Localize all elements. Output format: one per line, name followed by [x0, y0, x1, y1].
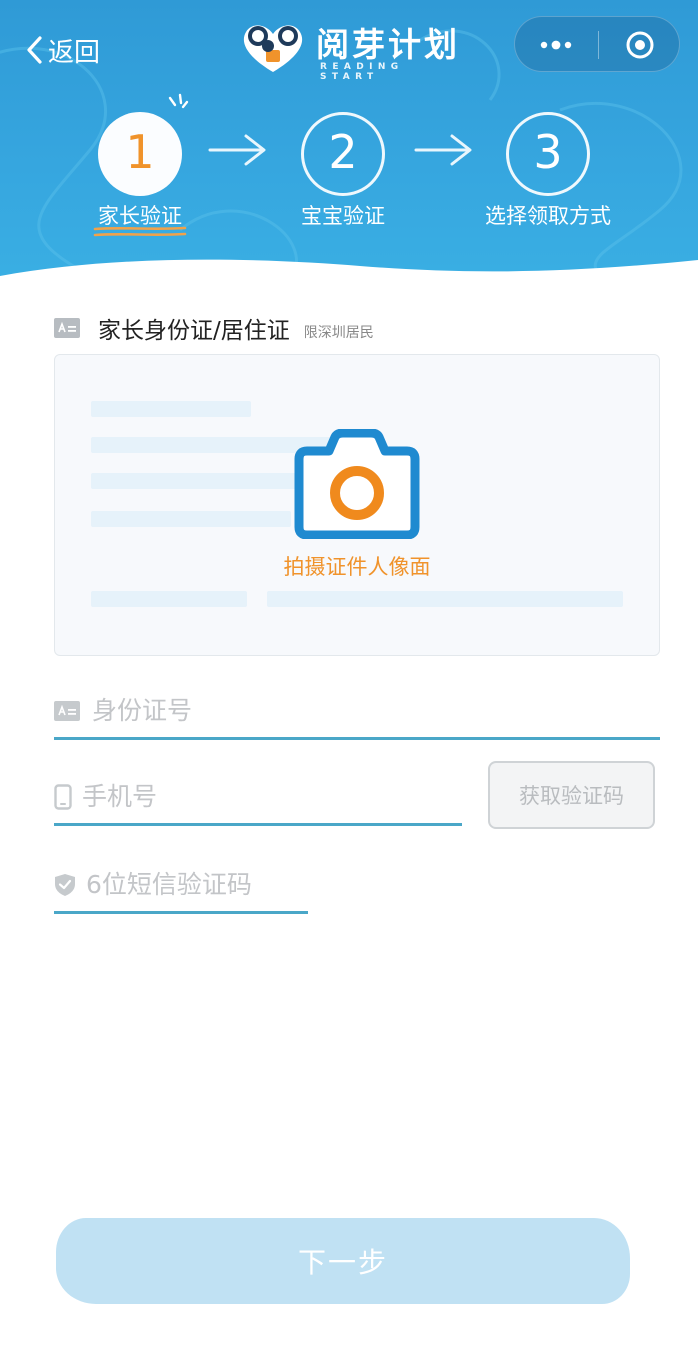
camera-icon [294, 429, 420, 539]
sms-code-input[interactable] [86, 870, 308, 899]
target-circle-icon [626, 31, 654, 59]
more-button[interactable] [515, 17, 597, 73]
step-choose-pickup: 3 选择领取方式 [458, 106, 638, 236]
phone-icon [54, 783, 72, 810]
header: 返回 阅芽计划 READING START 1 家长验证 2 宝宝验证 3 选择… [0, 0, 698, 300]
step-number: 1 [125, 125, 155, 179]
id-section-title: 家长身份证/居住证 限深圳居民 [54, 310, 374, 346]
logo-subtitle: READING START [320, 62, 404, 82]
back-button[interactable]: 返回 [22, 30, 100, 70]
back-label: 返回 [48, 37, 101, 68]
get-verification-code-button[interactable]: 获取验证码 [488, 761, 655, 829]
id-card-icon [54, 318, 80, 338]
panda-logo-icon [243, 25, 303, 72]
id-number-input[interactable] [92, 696, 660, 725]
id-number-field [54, 684, 660, 740]
placeholder-line [267, 591, 623, 607]
step-parent-verification: 1 家长验证 [50, 93, 230, 237]
step-label: 选择领取方式 [485, 204, 611, 228]
id-section-label: 家长身份证/居住证 [98, 318, 290, 344]
sparkle-icon [168, 93, 189, 109]
id-section-note: 限深圳居民 [303, 325, 374, 341]
phone-input[interactable] [82, 782, 462, 811]
id-card-icon [54, 700, 80, 721]
id-photo-upload-area[interactable]: 拍摄证件人像面 [54, 354, 660, 656]
phone-field [54, 770, 462, 826]
chevron-left-icon [27, 36, 42, 64]
step-baby-verification: 2 宝宝验证 [253, 106, 433, 236]
placeholder-line [91, 591, 247, 607]
miniprogram-capsule [514, 16, 680, 72]
placeholder-line [91, 511, 291, 527]
more-dots-icon [540, 40, 572, 50]
step-number: 3 [533, 125, 563, 179]
next-step-button[interactable]: 下一步 [56, 1218, 630, 1304]
sms-code-field [54, 858, 308, 914]
header-wave [0, 259, 698, 300]
upload-label: 拍摄证件人像面 [283, 555, 431, 579]
shield-check-icon [55, 873, 75, 896]
logo-title: 阅芽计划 [316, 25, 460, 64]
placeholder-line [91, 401, 251, 417]
active-step-underline [93, 226, 187, 237]
close-miniprogram-button[interactable] [599, 17, 681, 73]
app-logo: 阅芽计划 READING START [238, 16, 470, 82]
step-label: 宝宝验证 [301, 204, 385, 228]
step-number: 2 [328, 125, 358, 179]
